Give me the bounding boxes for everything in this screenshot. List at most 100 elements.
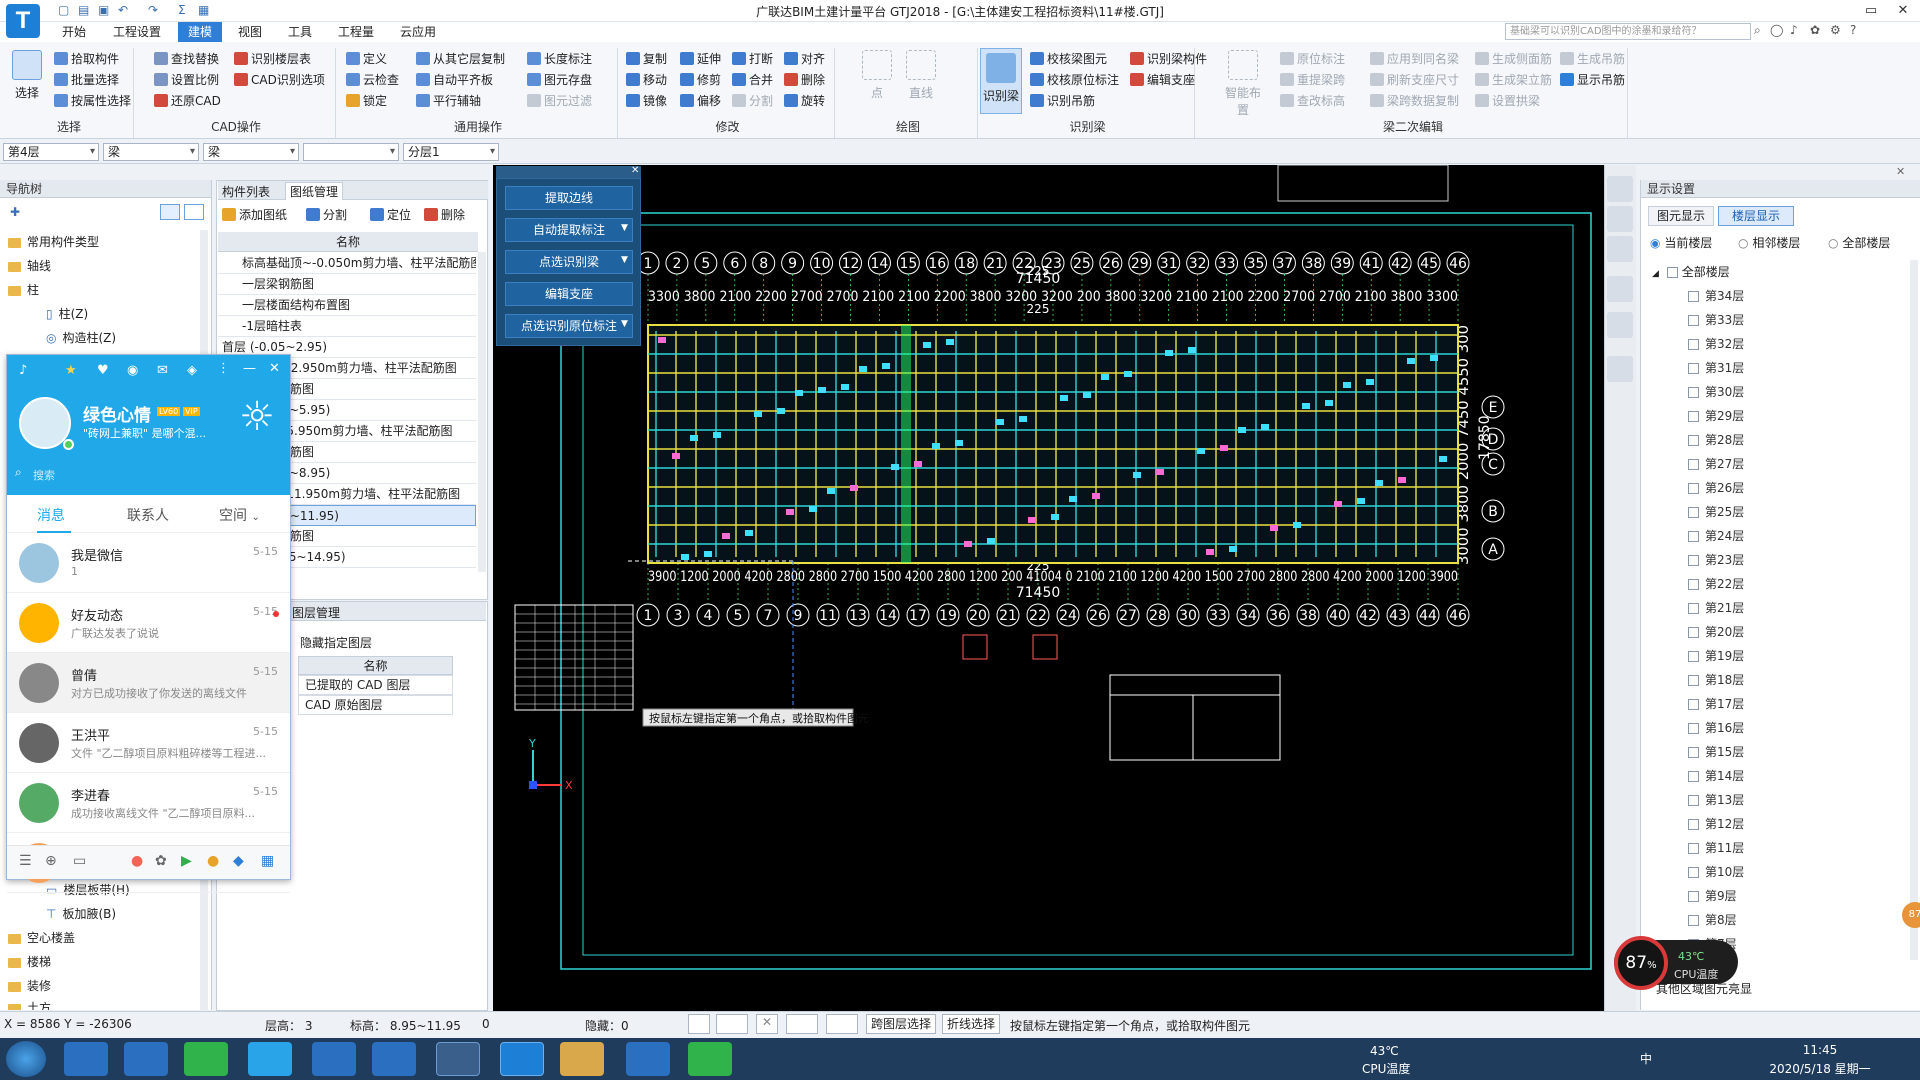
element-filter-button[interactable]: 图元过滤 (527, 92, 592, 109)
floor-checkbox[interactable]: 第20层 (1688, 620, 1744, 644)
break-button[interactable]: 打断 (732, 50, 773, 67)
find-replace-button[interactable]: 查找替换 (154, 50, 219, 67)
re-span-button[interactable]: 重提梁跨 (1280, 71, 1345, 88)
side-rebar-button[interactable]: 生成侧面筋 (1475, 50, 1552, 67)
identify-beam-comp-button[interactable]: 识别梁构件 (1130, 50, 1207, 67)
close-icon[interactable]: ✕ (1896, 165, 1905, 178)
list-view-icon[interactable] (160, 204, 180, 220)
dynamic-input-icon[interactable] (826, 1014, 858, 1034)
minimize-icon[interactable]: — (243, 361, 256, 376)
set-scale-button[interactable]: 设置比例 (154, 71, 219, 88)
view-2d-icon[interactable] (1607, 206, 1633, 232)
floor-checkbox[interactable]: 第28层 (1688, 428, 1744, 452)
hide-layer-toggle[interactable]: 隐藏指定图层 (300, 634, 372, 651)
restore-cad-button[interactable]: 还原CAD (154, 92, 221, 109)
floor-checkbox[interactable]: 第34层 (1688, 284, 1744, 308)
close-icon[interactable]: ✕ (631, 165, 639, 176)
tab-component-list[interactable]: 构件列表 (222, 183, 270, 200)
taskbar-app-ie[interactable] (64, 1042, 108, 1076)
chevron-down-icon[interactable]: ▼ (621, 223, 628, 233)
tab-drawing-management[interactable]: 图纸管理 (285, 182, 344, 200)
close-icon[interactable]: ✕ (269, 361, 280, 376)
apply-same-button[interactable]: 应用到同名梁 (1370, 50, 1459, 67)
tab-space[interactable]: 空间 ⌄ (219, 505, 260, 525)
floor-checkbox[interactable]: 第17层 (1688, 692, 1744, 716)
qq-message-row[interactable]: 曾倩 对方已成功接收了你发送的离线文件 5-15 (7, 653, 290, 713)
select-by-property-button[interactable]: 按属性选择 (54, 92, 131, 109)
define-button[interactable]: 定义 (346, 50, 387, 67)
star-icon[interactable]: ★ (65, 363, 77, 378)
polyline-select-button[interactable]: 折线选择 (942, 1014, 1001, 1034)
drawing-row[interactable]: 一层楼面结构布置图 (218, 295, 476, 316)
shield-icon[interactable]: ◆ (233, 853, 244, 869)
taskbar-app-k[interactable] (372, 1042, 416, 1076)
auto-extract-mark-button[interactable]: 自动提取标注 (505, 218, 633, 242)
file-icon[interactable]: ▭ (73, 853, 86, 869)
restore-icon[interactable]: ▭ (1856, 0, 1886, 22)
floor-checkbox[interactable]: 第19层 (1688, 644, 1744, 668)
cad-options-button[interactable]: CAD识别选项 (234, 71, 325, 88)
taskbar-app-360[interactable] (688, 1042, 732, 1076)
lock-button[interactable]: 锁定 (346, 92, 387, 109)
nav-item[interactable]: ▯ 柱(Z) (46, 304, 88, 324)
rotate-button[interactable]: 旋转 (784, 92, 825, 109)
cad-viewport[interactable]: 1 2 5 6 8 9 10 12 14 15 16 18 21 22 23 25 26 29 31 32 33 35 37… (493, 165, 1604, 1011)
floor-checkbox[interactable]: 第8层 (1688, 908, 1737, 932)
layer-row[interactable]: 已提取的 CAD 图层 (298, 675, 453, 695)
qq-search-input[interactable]: 搜索 (33, 467, 55, 483)
floor-checkbox[interactable]: 第33层 (1688, 308, 1744, 332)
length-dim-button[interactable]: 长度标注 (527, 50, 592, 67)
tab-start[interactable]: 开始 (52, 22, 96, 42)
app-logo[interactable]: T (6, 4, 40, 38)
add-drawing-button[interactable]: 添加图纸 (222, 206, 287, 223)
floor-checkbox[interactable]: 第30层 (1688, 380, 1744, 404)
floor-checkbox[interactable]: 第27层 (1688, 452, 1744, 476)
nav-item[interactable]: 土方 (8, 998, 51, 1010)
weather-icon[interactable]: ☼ (239, 397, 275, 437)
split-drawing-button[interactable]: 分割 (306, 206, 347, 223)
chevron-down-icon[interactable]: ▼ (621, 319, 628, 329)
refresh-support-button[interactable]: 刷新支座尺寸 (1370, 71, 1459, 88)
check-beam-button[interactable]: 校核梁图元 (1030, 50, 1107, 67)
taskbar-app-gtj[interactable] (500, 1042, 544, 1076)
close-icon[interactable]: ✕ (1888, 0, 1918, 22)
layer-row[interactable]: CAD 原始图层 (298, 695, 453, 715)
parallel-axis-button[interactable]: 平行辅轴 (416, 92, 481, 109)
signature[interactable]: "砖网上兼职" 是哪个混... (83, 425, 206, 441)
help-icon[interactable]: ? (1850, 23, 1856, 37)
tab-tools[interactable]: 工具 (278, 22, 322, 42)
split-button[interactable]: 分割 (732, 92, 773, 109)
cloud-check-button[interactable]: 云检查 (346, 71, 399, 88)
copy-button[interactable]: 复制 (626, 50, 667, 67)
tab-contacts[interactable]: 联系人 (127, 505, 169, 525)
floor-checkbox[interactable]: 第29层 (1688, 404, 1744, 428)
qq-message-row[interactable]: 李进春 成功接收离线文件 "乙二醇项目原料... 5-15 (7, 773, 290, 833)
floor-checkbox[interactable]: 第31层 (1688, 356, 1744, 380)
snap-icon[interactable] (716, 1014, 748, 1034)
radio-current-floor[interactable]: ◉ 当前楼层 (1650, 234, 1712, 251)
recognize-beam-button[interactable]: 识别梁 (980, 48, 1022, 114)
show-hanger-checkbox[interactable]: 显示吊筋 (1560, 71, 1625, 88)
taskbar-app-cad[interactable] (436, 1042, 480, 1076)
taskbar-app-qq[interactable] (248, 1042, 292, 1076)
more-icon[interactable]: ⋮ (217, 361, 230, 376)
nav-item[interactable]: 空心楼盖 (8, 928, 75, 948)
heart-icon[interactable]: ♥ (97, 363, 109, 378)
drawing-row[interactable]: 标高基础顶~-0.050m剪力墙、柱平法配筋图 (218, 253, 476, 274)
erect-rebar-button[interactable]: 生成架立筋 (1475, 71, 1552, 88)
mail-icon[interactable]: ✉ (157, 363, 168, 378)
move-button[interactable]: 移动 (626, 71, 667, 88)
search-icon[interactable]: ⌕ (1754, 23, 1761, 38)
in-situ-mark-button[interactable]: 原位标注 (1280, 50, 1345, 67)
auto-flush-slab-button[interactable]: 自动平齐板 (416, 71, 493, 88)
orbit-icon[interactable] (1607, 176, 1633, 202)
trim-button[interactable]: 修剪 (680, 71, 721, 88)
tab-cloud[interactable]: 云应用 (390, 22, 446, 42)
tab-view[interactable]: 视图 (228, 22, 272, 42)
copy-from-floor-button[interactable]: 从其它层复制 (416, 50, 505, 67)
nav-item[interactable]: 柱 (8, 280, 39, 300)
ortho-icon[interactable] (688, 1014, 710, 1034)
play-icon[interactable]: ▶ (181, 853, 192, 869)
floor-checkbox[interactable]: 第23层 (1688, 548, 1744, 572)
component-select[interactable] (303, 143, 399, 161)
